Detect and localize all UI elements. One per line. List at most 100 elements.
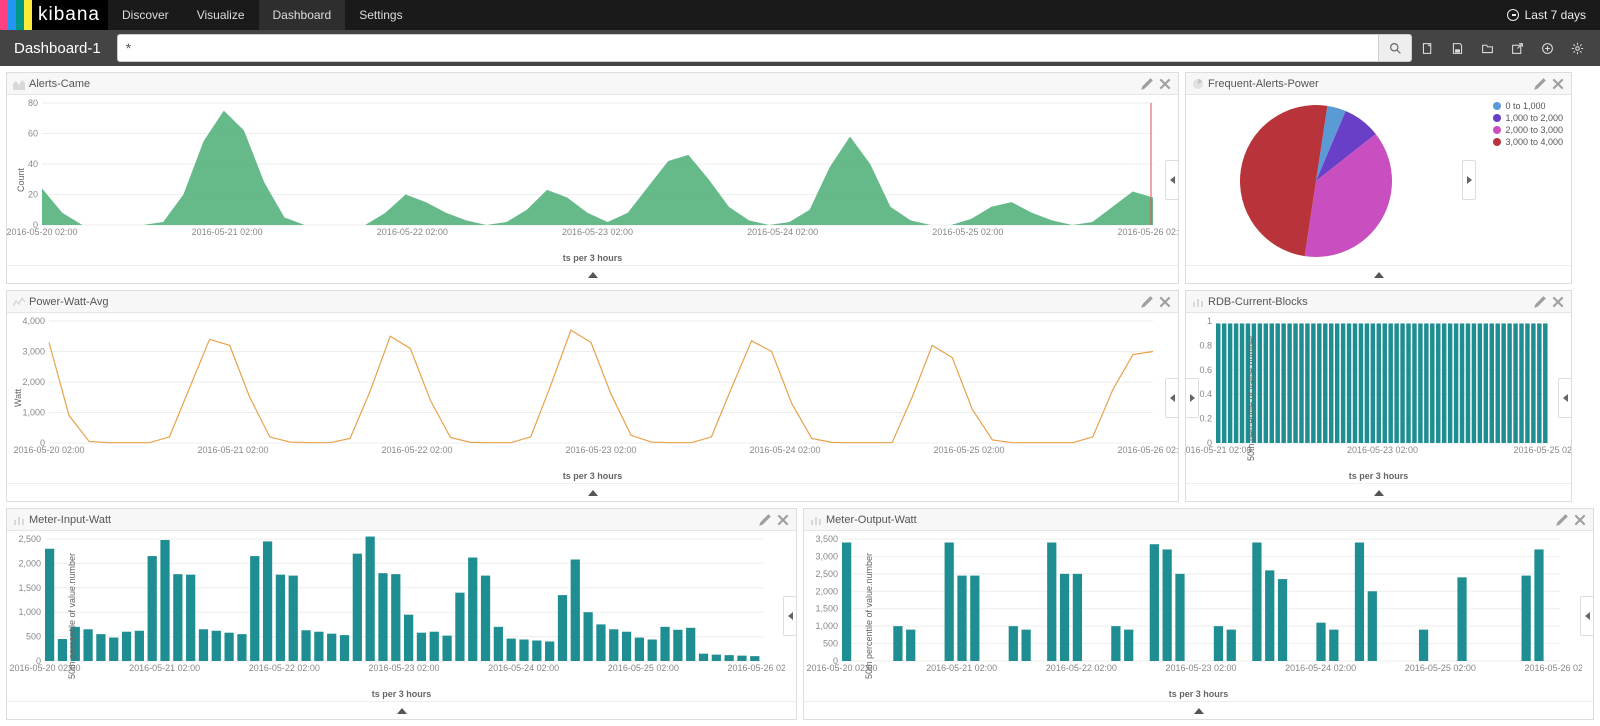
x-axis-label: ts per 3 hours bbox=[1169, 689, 1229, 699]
svg-text:2016-05-23 02:00: 2016-05-23 02:00 bbox=[368, 663, 439, 673]
dashboard-name[interactable]: Dashboard-1 bbox=[8, 40, 117, 57]
svg-text:2,000: 2,000 bbox=[22, 377, 45, 387]
save-button[interactable] bbox=[1442, 34, 1472, 62]
search-button[interactable] bbox=[1378, 34, 1412, 62]
svg-text:2016-05-23 02:00: 2016-05-23 02:00 bbox=[565, 445, 636, 455]
edit-icon[interactable] bbox=[1533, 77, 1547, 91]
svg-text:0.8: 0.8 bbox=[1199, 340, 1212, 350]
svg-text:2,000: 2,000 bbox=[815, 586, 838, 596]
svg-text:2016-05-20 02:00: 2016-05-20 02:00 bbox=[7, 227, 78, 237]
top-nav: kibana Discover Visualize Dashboard Sett… bbox=[0, 0, 1600, 30]
svg-text:0.6: 0.6 bbox=[1199, 365, 1212, 375]
svg-text:3,000: 3,000 bbox=[815, 551, 838, 561]
tab-settings[interactable]: Settings bbox=[345, 0, 416, 30]
svg-text:2016-05-24 02:00: 2016-05-24 02:00 bbox=[488, 663, 559, 673]
svg-text:1,500: 1,500 bbox=[18, 583, 41, 593]
panel-rdb-current-blocks: RDB-Current-Blocks 50th percentile of va… bbox=[1185, 290, 1572, 502]
time-filter-label: Last 7 days bbox=[1525, 8, 1586, 22]
pie-chart-icon bbox=[1192, 78, 1204, 90]
y-axis-label: 50th percentile of value.number bbox=[67, 553, 77, 679]
svg-text:2016-05-23 02:00: 2016-05-23 02:00 bbox=[1347, 445, 1418, 455]
svg-text:2016-05-25 02:00: 2016-05-25 02:00 bbox=[933, 445, 1004, 455]
close-icon[interactable] bbox=[776, 513, 790, 527]
search-input[interactable] bbox=[117, 34, 1378, 62]
spy-toggle[interactable] bbox=[804, 701, 1593, 719]
edit-icon[interactable] bbox=[1533, 295, 1547, 309]
open-button[interactable] bbox=[1472, 34, 1502, 62]
area-chart-icon bbox=[13, 78, 25, 90]
edit-icon[interactable] bbox=[1140, 295, 1154, 309]
svg-text:1,000: 1,000 bbox=[22, 408, 45, 418]
spy-toggle[interactable] bbox=[1186, 265, 1571, 283]
svg-text:2,500: 2,500 bbox=[815, 569, 838, 579]
tab-visualize[interactable]: Visualize bbox=[183, 0, 259, 30]
save-icon bbox=[1451, 42, 1464, 55]
svg-text:2,500: 2,500 bbox=[18, 534, 41, 544]
svg-text:500: 500 bbox=[823, 639, 838, 649]
panel-title: Frequent-Alerts-Power bbox=[1208, 78, 1319, 90]
panel-meter-output-watt: Meter-Output-Watt 50th percentile of val… bbox=[803, 508, 1594, 720]
x-axis-label: ts per 3 hours bbox=[1349, 471, 1409, 481]
edit-icon[interactable] bbox=[1140, 77, 1154, 91]
legend-toggle[interactable] bbox=[1462, 160, 1476, 200]
panel-title: Meter-Output-Watt bbox=[826, 514, 917, 526]
svg-text:2016-05-24 02:00: 2016-05-24 02:00 bbox=[749, 445, 820, 455]
legend-toggle[interactable] bbox=[783, 596, 797, 636]
legend-toggle[interactable] bbox=[1165, 160, 1179, 200]
close-icon[interactable] bbox=[1158, 295, 1172, 309]
svg-text:2016-05-21 02:00: 2016-05-21 02:00 bbox=[197, 445, 268, 455]
x-axis-label: ts per 3 hours bbox=[563, 471, 623, 481]
svg-text:2016-05-25 02:00: 2016-05-25 02:00 bbox=[932, 227, 1003, 237]
legend-toggle[interactable] bbox=[1580, 596, 1594, 636]
spy-toggle[interactable] bbox=[7, 265, 1178, 283]
close-icon[interactable] bbox=[1573, 513, 1587, 527]
new-dashboard-button[interactable] bbox=[1412, 34, 1442, 62]
legend-toggle[interactable] bbox=[1558, 378, 1572, 418]
svg-text:2016-05-21 02:00: 2016-05-21 02:00 bbox=[129, 663, 200, 673]
svg-text:2016-05-21 02:00: 2016-05-21 02:00 bbox=[926, 663, 997, 673]
y-axis-label: Count bbox=[16, 168, 26, 192]
spy-toggle[interactable] bbox=[7, 483, 1178, 501]
share-button[interactable] bbox=[1502, 34, 1532, 62]
svg-text:3,500: 3,500 bbox=[815, 534, 838, 544]
close-icon[interactable] bbox=[1158, 77, 1172, 91]
svg-text:0.4: 0.4 bbox=[1199, 389, 1212, 399]
edit-icon[interactable] bbox=[1555, 513, 1569, 527]
bar-chart-icon bbox=[13, 514, 25, 526]
x-axis-label: ts per 3 hours bbox=[563, 253, 623, 263]
alerts-chart[interactable]: 0204060802016-05-20 02:002016-05-21 02:0… bbox=[7, 95, 1178, 253]
svg-text:60: 60 bbox=[28, 129, 38, 139]
svg-text:3,000: 3,000 bbox=[22, 347, 45, 357]
svg-text:2016-05-22 02:00: 2016-05-22 02:00 bbox=[249, 663, 320, 673]
close-icon[interactable] bbox=[1551, 77, 1565, 91]
y-axis-label: 50th percentile of value.number bbox=[864, 553, 874, 679]
meter-output-chart[interactable]: 05001,0001,5002,0002,5003,0003,5002016-0… bbox=[804, 531, 1582, 689]
svg-text:2016-05-26 02:00: 2016-05-26 02:00 bbox=[1117, 445, 1178, 455]
rdb-chart[interactable]: 00.20.40.60.812016-05-21 02:002016-05-23… bbox=[1186, 313, 1571, 471]
svg-text:20: 20 bbox=[28, 190, 38, 200]
panel-frequent-alerts-power: Frequent-Alerts-Power 0 to 1,000 1,000 t… bbox=[1185, 72, 1572, 284]
legend-toggle-left[interactable] bbox=[1185, 378, 1199, 418]
tab-dashboard[interactable]: Dashboard bbox=[259, 0, 346, 30]
time-filter[interactable]: Last 7 days bbox=[1507, 0, 1600, 30]
svg-text:2016-05-26 02:00: 2016-05-26 02:00 bbox=[727, 663, 785, 673]
options-button[interactable] bbox=[1562, 34, 1592, 62]
brand-logo[interactable]: kibana bbox=[0, 0, 108, 30]
svg-text:2016-05-23 02:00: 2016-05-23 02:00 bbox=[562, 227, 633, 237]
power-chart[interactable]: 01,0002,0003,0004,0002016-05-20 02:00201… bbox=[7, 313, 1178, 471]
close-icon[interactable] bbox=[1551, 295, 1565, 309]
legend-toggle[interactable] bbox=[1165, 378, 1179, 418]
clock-icon bbox=[1507, 9, 1519, 21]
add-panel-button[interactable] bbox=[1532, 34, 1562, 62]
panel-alerts-came: Alerts-Came Count 0204060802016-05-20 02… bbox=[6, 72, 1179, 284]
svg-text:1,000: 1,000 bbox=[18, 607, 41, 617]
edit-icon[interactable] bbox=[758, 513, 772, 527]
meter-input-chart[interactable]: 05001,0001,5002,0002,5002016-05-20 02:00… bbox=[7, 531, 785, 689]
tab-discover[interactable]: Discover bbox=[108, 0, 183, 30]
svg-text:2016-05-22 02:00: 2016-05-22 02:00 bbox=[377, 227, 448, 237]
spy-toggle[interactable] bbox=[1186, 483, 1571, 501]
spy-toggle[interactable] bbox=[7, 701, 796, 719]
svg-text:4,000: 4,000 bbox=[22, 316, 45, 326]
svg-text:2016-05-24 02:00: 2016-05-24 02:00 bbox=[1285, 663, 1356, 673]
svg-text:2016-05-25 02:00: 2016-05-25 02:00 bbox=[1405, 663, 1476, 673]
